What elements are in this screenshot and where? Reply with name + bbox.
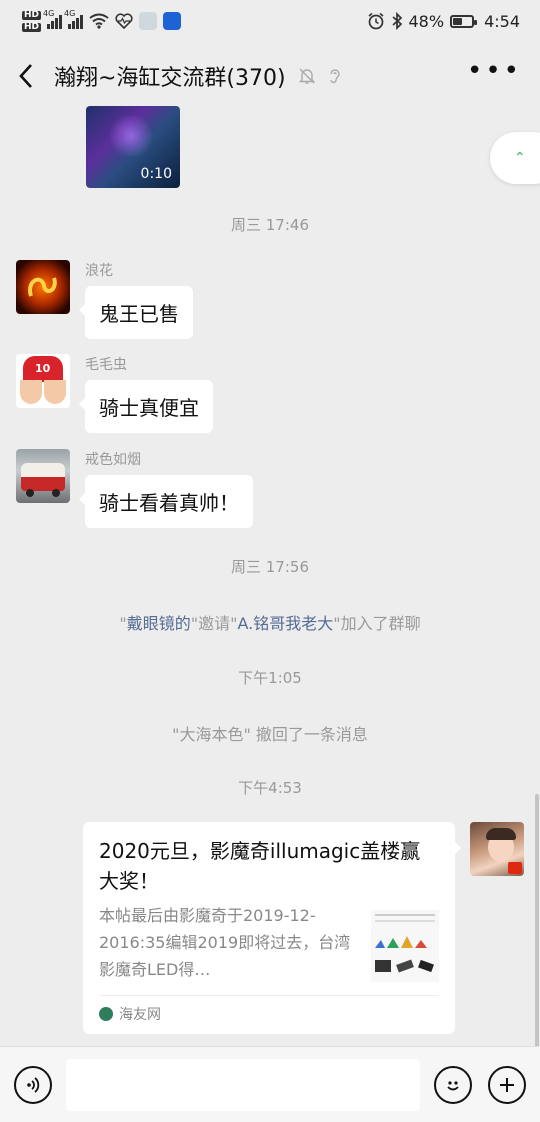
input-bar (0, 1046, 540, 1122)
link-card-description: 本帖最后由影魔奇于2019-12-2016:35编辑2019即将过去，台湾影魔奇… (99, 906, 351, 979)
alarm-icon (367, 12, 384, 30)
timestamp-divider: 周三 17:56 (231, 558, 309, 576)
flag-badge-icon (508, 862, 522, 874)
invite-mid: "邀请" (190, 614, 238, 633)
hd-label-2: HD (22, 21, 42, 32)
more-functions-button[interactable] (488, 1065, 526, 1104)
sender-name: 毛毛虫 (85, 357, 127, 373)
message-bubble[interactable]: 骑士看着真帅！ (79, 475, 253, 528)
app-notification-icon-2 (163, 12, 182, 30)
emoji-button[interactable] (434, 1065, 472, 1104)
message-item-own: 2020元旦，影魔奇illumagic盖楼赢大奖！ 本帖最后由影魔奇于2019-… (83, 822, 524, 1034)
quote-open: " (119, 614, 127, 633)
video-duration: 0:10 (140, 166, 172, 182)
network-type-1: 4G (43, 9, 55, 18)
network-type-2: 4G (64, 9, 76, 18)
message-bubble[interactable]: 骑士真便宜 (79, 380, 213, 433)
scrollbar[interactable] (535, 794, 539, 1046)
message-item: 浪花 鬼王已售 (16, 260, 193, 339)
message-input[interactable] (66, 1058, 420, 1111)
bluetooth-icon (391, 12, 402, 30)
chevron-left-icon (19, 64, 32, 88)
link-card-title: 2020元旦，影魔奇illumagic盖楼赢大奖！ (99, 839, 421, 893)
cell-signal-icon-2: 4G (64, 9, 84, 29)
link-card-thumbnail (371, 910, 439, 982)
hd-label-1: HD (22, 9, 42, 20)
health-heart-icon (115, 13, 133, 29)
my-avatar[interactable] (470, 822, 524, 876)
timestamp-divider: 下午4:53 (238, 779, 302, 797)
hd-indicator: HD HD (22, 9, 42, 32)
video-message[interactable]: 0:10 (86, 106, 180, 188)
sender-name: 戒色如烟 (85, 452, 141, 468)
avatar[interactable] (16, 449, 70, 503)
app-notification-icon (139, 12, 158, 30)
avatar[interactable] (16, 260, 70, 314)
sender-name: 浪花 (85, 263, 113, 279)
wifi-icon (89, 13, 109, 29)
timestamp-divider: 周三 17:46 (231, 216, 309, 234)
back-button[interactable] (18, 56, 48, 96)
battery-percent: 48% (408, 11, 445, 31)
invitee-link[interactable]: A.铭哥我老大 (237, 614, 333, 633)
avatar-number: 10 (35, 362, 51, 375)
message-item: 10 毛毛虫 骑士真便宜 (16, 354, 213, 433)
battery-fill (453, 17, 462, 25)
voice-icon (27, 1076, 40, 1093)
timestamp-divider: 下午1:05 (238, 669, 302, 687)
source-app-icon (99, 1007, 113, 1021)
chat-header: 瀚翔~海缸交流群(370) ••• (0, 48, 540, 104)
status-bar: HD HD 4G 4G 48% 4:54 (0, 0, 540, 42)
voice-input-button[interactable] (14, 1065, 52, 1104)
link-card-source: 海友网 (119, 1007, 161, 1023)
cell-signal-icon: 4G (43, 9, 63, 29)
inviter-link[interactable]: 戴眼镜的 (127, 614, 191, 633)
double-chevron-up-icon: ⌃ (514, 150, 526, 166)
link-card[interactable]: 2020元旦，影魔奇illumagic盖楼赢大奖！ 本帖最后由影魔奇于2019-… (83, 822, 461, 1034)
battery-icon (450, 14, 478, 28)
clock: 4:54 (484, 11, 520, 31)
invite-tail: "加入了群聊 (333, 614, 421, 633)
emoji-icon (447, 1080, 459, 1090)
system-message-invite: "戴眼镜的"邀请"A.铭哥我老大"加入了群聊 (0, 610, 540, 634)
message-item: 戒色如烟 骑士看着真帅！ (16, 449, 253, 528)
plus-icon (500, 1077, 514, 1092)
earpiece-icon (329, 69, 340, 84)
chat-title: 瀚翔~海缸交流群(370) (54, 66, 286, 91)
more-options-button[interactable]: ••• (467, 58, 522, 86)
avatar[interactable]: 10 (16, 354, 70, 408)
jump-to-latest-button[interactable]: ⌃ (490, 132, 540, 184)
message-bubble[interactable]: 鬼王已售 (79, 286, 193, 339)
mute-bell-icon (298, 68, 315, 84)
system-message-recall: "大海本色" 撤回了一条消息 (172, 725, 368, 744)
